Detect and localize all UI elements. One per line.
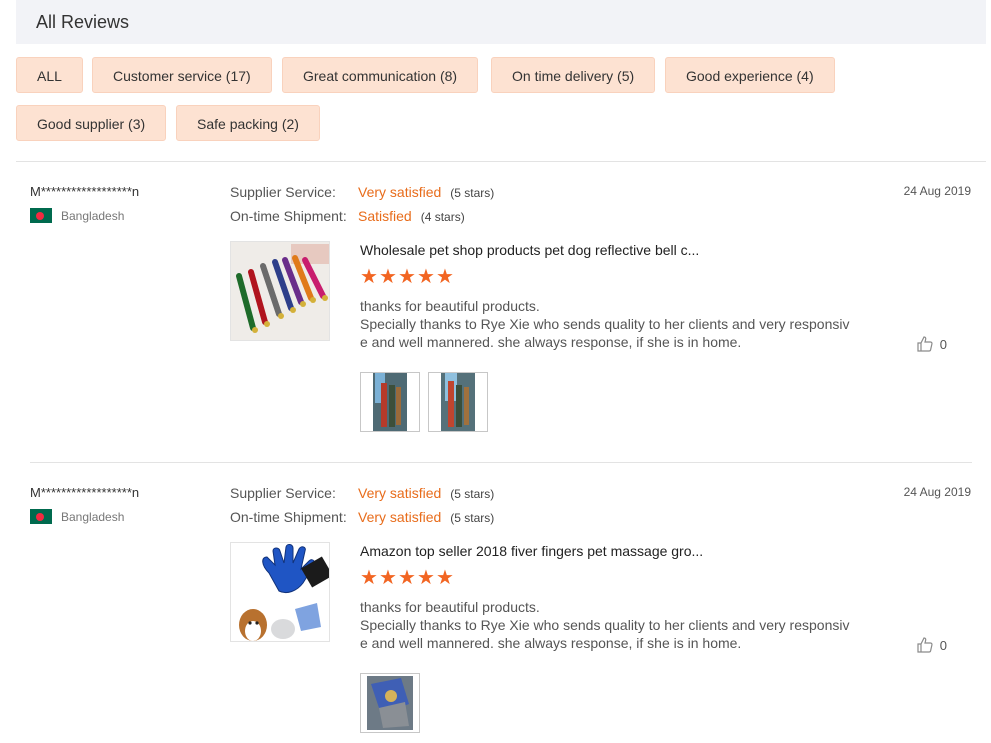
review-text-line: e and well mannered. she always response… <box>360 334 742 350</box>
product-star-rating: ★ ★ ★ ★ ★ <box>360 567 454 589</box>
review-photo <box>361 373 419 431</box>
product-title[interactable]: Amazon top seller 2018 fiver fingers pet… <box>360 543 703 559</box>
rating-stars-text: (5 stars) <box>450 186 495 200</box>
reviews-header: All Reviews <box>16 0 986 44</box>
review-date: 24 Aug 2019 <box>903 184 971 198</box>
shipment-rating: On-time Shipment: Very satisfied (5 star… <box>230 509 494 525</box>
rating-label: On-time Shipment: <box>230 208 347 224</box>
country-name: Bangladesh <box>61 208 125 223</box>
review-photo <box>429 373 487 431</box>
page-title: All Reviews <box>36 11 130 32</box>
reviews-page: All Reviews ALL Customer service (17) Gr… <box>0 0 991 743</box>
like-count: 0 <box>939 336 947 352</box>
star-icon: ★ <box>417 567 435 589</box>
rating-value: Very satisfied <box>358 485 442 501</box>
tag-good-experience[interactable]: Good experience (4) <box>665 57 835 93</box>
rating-value: Satisfied <box>358 208 412 224</box>
review-photo-thumbnail[interactable] <box>360 673 420 733</box>
star-icon: ★ <box>398 567 416 589</box>
star-icon: ★ <box>417 266 435 288</box>
star-icon: ★ <box>360 266 378 288</box>
country-name: Bangladesh <box>61 509 125 524</box>
bangladesh-flag-icon <box>30 208 52 223</box>
star-icon: ★ <box>360 567 378 589</box>
star-icon: ★ <box>379 266 397 288</box>
rating-stars-text: (4 stars) <box>420 210 465 224</box>
like-button[interactable]: 0 <box>916 636 947 654</box>
star-icon: ★ <box>436 266 454 288</box>
product-title[interactable]: Wholesale pet shop products pet dog refl… <box>360 242 699 258</box>
product-image[interactable] <box>230 542 330 642</box>
rating-value: Very satisfied <box>358 184 442 200</box>
product-image-grooming-glove <box>231 543 329 641</box>
tag-customer-service[interactable]: Customer service (17) <box>92 57 272 93</box>
review-photo-thumbnail[interactable] <box>428 372 488 432</box>
review-photo <box>361 674 419 732</box>
tag-safe-packing[interactable]: Safe packing (2) <box>176 105 320 141</box>
product-image[interactable] <box>230 241 330 341</box>
supplier-service-rating: Supplier Service: Very satisfied (5 star… <box>230 184 494 200</box>
tag-on-time-delivery[interactable]: On time delivery (5) <box>491 57 656 93</box>
star-icon: ★ <box>398 266 416 288</box>
star-icon: ★ <box>379 567 397 589</box>
buyer-name: M******************n <box>30 184 140 199</box>
tag-great-communication[interactable]: Great communication (8) <box>282 57 479 93</box>
rating-label: On-time Shipment: <box>230 509 347 525</box>
rating-stars-text: (5 stars) <box>450 511 495 525</box>
review-text-line: thanks for beautiful products. <box>360 298 540 314</box>
review-item: M******************n Bangladesh Supplier… <box>30 485 975 743</box>
review-text: thanks for beautiful products. Specially… <box>360 598 860 652</box>
product-image-leashes <box>231 242 329 340</box>
buyer-country: Bangladesh <box>30 208 124 223</box>
rating-label: Supplier Service: <box>230 184 336 200</box>
like-count: 0 <box>939 637 947 653</box>
thumbs-up-icon <box>917 336 933 352</box>
tag-good-supplier[interactable]: Good supplier (3) <box>16 105 167 141</box>
thumbs-up-icon <box>917 637 933 653</box>
review-text-line: Specially thanks to Rye Xie who sends qu… <box>360 316 850 332</box>
review-text-line: Specially thanks to Rye Xie who sends qu… <box>360 617 850 633</box>
tag-all[interactable]: ALL <box>16 57 83 93</box>
review-text: thanks for beautiful products. Specially… <box>360 297 860 351</box>
product-star-rating: ★ ★ ★ ★ ★ <box>360 266 454 288</box>
buyer-name: M******************n <box>30 485 140 500</box>
supplier-service-rating: Supplier Service: Very satisfied (5 star… <box>230 485 494 501</box>
shipment-rating: On-time Shipment: Satisfied (4 stars) <box>230 208 465 224</box>
like-button[interactable]: 0 <box>916 335 947 353</box>
rating-label: Supplier Service: <box>230 485 336 501</box>
review-text-line: thanks for beautiful products. <box>360 599 540 615</box>
star-icon: ★ <box>436 567 454 589</box>
review-item: M******************n Bangladesh Supplier… <box>30 184 975 444</box>
review-divider <box>30 462 972 463</box>
review-photo-thumbnail[interactable] <box>360 372 420 432</box>
buyer-country: Bangladesh <box>30 509 124 524</box>
review-text-line: e and well mannered. she always response… <box>360 635 742 651</box>
bangladesh-flag-icon <box>30 509 52 524</box>
rating-value: Very satisfied <box>358 509 442 525</box>
rating-stars-text: (5 stars) <box>450 487 495 501</box>
review-date: 24 Aug 2019 <box>903 485 971 499</box>
tags-divider <box>16 161 986 162</box>
